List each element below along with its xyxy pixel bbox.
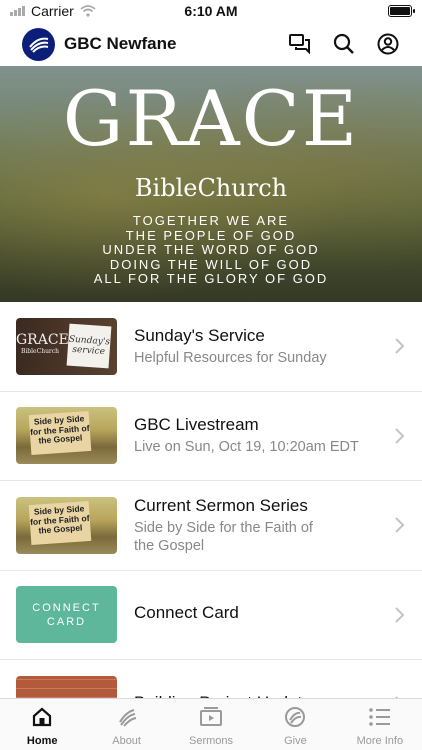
tab-about[interactable]: About	[84, 699, 168, 750]
hero-banner[interactable]: GRACE BibleChurch TOGETHER WE ARE THE PE…	[0, 66, 422, 302]
tab-label: Sermons	[189, 734, 234, 747]
hero-title: GRACE	[62, 74, 360, 163]
tab-more-info[interactable]: More Info	[338, 699, 422, 750]
list-item-sundays-service[interactable]: GRACE BibleChurch Sunday's service Sunda…	[0, 302, 422, 392]
search-icon[interactable]	[332, 32, 356, 56]
content-list: GRACE BibleChurch Sunday's service Sunda…	[0, 302, 422, 750]
list-item-subtitle: Side by Side for the Faith of the Gospel	[134, 519, 313, 554]
chevron-right-icon	[395, 338, 405, 354]
thumb-connect-text: CONNECT CARD	[32, 601, 101, 628]
chevron-right-icon	[395, 428, 405, 444]
list-item-sermon-series[interactable]: Side by Side for the Faith of the Gospel…	[0, 481, 422, 571]
list-item-title: Connect Card	[134, 603, 239, 623]
thumb-sign-text: Side by Side for the Faith of the Gospel	[28, 500, 92, 545]
church-logo	[22, 27, 55, 61]
give-icon	[283, 705, 307, 729]
list-item-connect-card[interactable]: CONNECT CARD Connect Card	[0, 571, 422, 660]
chevron-right-icon	[395, 607, 405, 623]
tab-label: About	[112, 734, 141, 747]
hero-line: TOGETHER WE ARE	[132, 213, 290, 228]
hero-line: THE PEOPLE OF GOD	[125, 227, 297, 243]
hero-tagline: TOGETHER WE ARE THE PEOPLE OF GOD UNDER …	[0, 213, 422, 287]
tab-label: More Info	[356, 734, 404, 747]
battery-icon	[388, 5, 415, 17]
list-item-title: Sunday's Service	[134, 325, 265, 345]
profile-icon[interactable]	[376, 32, 400, 56]
app-title: GBC Newfane	[64, 34, 177, 53]
app-header: GBC Newfane	[0, 22, 422, 66]
hero-line: DOING THE WILL OF GOD	[109, 256, 313, 272]
home-icon	[30, 705, 54, 729]
livestream-thumbnail: Side by Side for the Faith of the Gospel	[16, 407, 117, 465]
hero-subtitle: BibleChurch	[134, 174, 288, 202]
list-item-title: GBC Livestream	[134, 415, 259, 435]
thumb-grace-text: GRACE	[16, 332, 69, 349]
status-bar: Carrier 6:10 AM	[0, 0, 422, 22]
status-time: 6:10 AM	[184, 3, 238, 19]
tab-label: Give	[284, 734, 307, 747]
sermon-series-thumbnail: Side by Side for the Faith of the Gospel	[16, 496, 117, 554]
list-item-subtitle: Helpful Resources for Sunday	[134, 349, 327, 366]
sermons-icon	[199, 705, 223, 729]
hero-line: ALL FOR THE GLORY OF GOD	[93, 271, 329, 286]
tab-bar: Home About Sermons Give More Info	[0, 698, 422, 750]
signal-icon	[10, 6, 25, 16]
list-item-livestream[interactable]: Side by Side for the Faith of the Gospel…	[0, 392, 422, 481]
thumb-sign-text: Side by Side for the Faith of the Gospel	[28, 411, 92, 456]
thumb-card-text: Sunday's service	[66, 323, 112, 369]
list-item-subtitle: Live on Sun, Oct 19, 10:20am EDT	[134, 439, 359, 456]
chevron-right-icon	[395, 517, 405, 533]
tab-home[interactable]: Home	[0, 699, 84, 750]
chat-icon[interactable]	[288, 32, 312, 56]
tab-label: Home	[26, 734, 58, 747]
list-item-title: Current Sermon Series	[134, 495, 308, 515]
hero-line: UNDER THE WORD OF GOD	[102, 242, 320, 257]
tab-sermons[interactable]: Sermons	[169, 699, 253, 750]
more-info-icon	[368, 705, 392, 729]
sundays-service-thumbnail: GRACE BibleChurch Sunday's service	[16, 317, 117, 375]
wifi-icon	[80, 5, 96, 17]
carrier-label: Carrier	[31, 3, 74, 19]
thumb-church-text: BibleChurch	[20, 348, 60, 356]
connect-card-thumbnail: CONNECT CARD	[16, 586, 117, 644]
about-icon	[115, 705, 139, 729]
tab-give[interactable]: Give	[253, 699, 337, 750]
